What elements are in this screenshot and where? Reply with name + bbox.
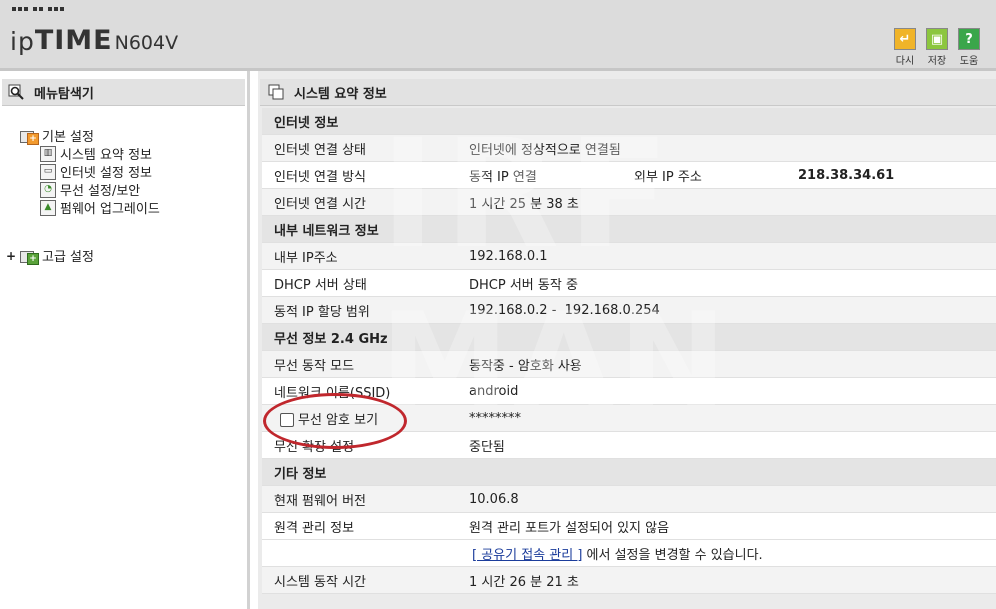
field-value: 인터넷에 정상적으로 연결됨 <box>469 142 621 158</box>
help-button[interactable]: ? 도움 <box>956 28 982 67</box>
help-icon: ? <box>958 28 980 50</box>
expand-icon[interactable]: + <box>6 249 16 263</box>
field-value: 10.06.8 <box>469 491 519 507</box>
menu-internet-settings[interactable]: ▭ 인터넷 설정 정보 <box>40 162 152 181</box>
field-label: 인터넷 연결 시간 <box>274 196 366 212</box>
field-value: DHCP 서버 동작 중 <box>469 277 578 293</box>
undo-label: 다시 <box>895 56 915 67</box>
field-value: 192.168.0.1 <box>469 248 548 264</box>
row-firmware-version: 현재 펌웨어 버전 10.06.8 <box>262 486 996 513</box>
undo-button[interactable]: ↵ 다시 <box>892 28 918 67</box>
row-internet-time: 인터넷 연결 시간 1 시간 25 분 38 초 <box>262 189 996 216</box>
folder-icon: + <box>20 249 39 265</box>
field-value: 192.168.0.2 - 192.168.0.254 <box>469 302 660 318</box>
row-remote-management: 원격 관리 정보 원격 관리 포트가 설정되어 있지 않음 <box>262 513 996 540</box>
brand-dots <box>12 7 64 11</box>
sidebar-header: 메뉴탐색기 <box>2 79 245 106</box>
main-header: 시스템 요약 정보 <box>260 79 996 106</box>
page-icon <box>268 84 284 100</box>
toolbar: ↵ 다시 ▣ 저장 ? 도움 <box>892 28 982 67</box>
menu-system-summary-label: 시스템 요약 정보 <box>60 148 152 163</box>
section-internet: 인터넷 정보 <box>262 108 996 135</box>
row-wireless-mode: 무선 동작 모드 동작중 - 암호화 사용 <box>262 351 996 378</box>
sidebar-title: 메뉴탐색기 <box>34 86 94 102</box>
field-value: 1 시간 25 분 38 초 <box>469 196 579 212</box>
folder-icon: + <box>20 129 39 145</box>
field-value: 1 시간 26 분 21 초 <box>469 574 579 590</box>
save-label: 저장 <box>927 56 947 67</box>
field-value: 원격 관리 포트가 설정되어 있지 않음 <box>469 520 670 536</box>
search-icon <box>8 84 24 100</box>
field-label: 무선 동작 모드 <box>274 358 355 374</box>
section-lan: 내부 네트워크 정보 <box>262 216 996 243</box>
field-label: 시스템 동작 시간 <box>274 574 366 590</box>
field-label: 원격 관리 정보 <box>274 520 355 536</box>
menu-basic-settings[interactable]: + 기본 설정 <box>20 126 94 145</box>
menu-system-summary[interactable]: ▥ 시스템 요약 정보 <box>40 144 152 163</box>
field-value: 동적 IP 연결 <box>469 169 537 185</box>
menu-advanced-settings[interactable]: + + 고급 설정 <box>6 246 94 266</box>
sidebar: 메뉴탐색기 + 기본 설정 ▥ 시스템 요약 정보 ▭ 인터넷 설정 정보 ◔ … <box>0 71 250 609</box>
logo-time: TIME <box>34 25 113 56</box>
row-internet-method: 인터넷 연결 방식 동적 IP 연결 외부 IP 주소 218.38.34.61 <box>262 162 996 189</box>
save-icon: ▣ <box>926 28 948 50</box>
menu-advanced-label: 고급 설정 <box>42 250 94 265</box>
bar-chart-icon: ▥ <box>40 145 56 162</box>
iptime-logo: ip TIME N604V <box>10 25 179 56</box>
logo-ip: ip <box>10 27 35 56</box>
field-label: 인터넷 연결 상태 <box>274 142 366 158</box>
save-button[interactable]: ▣ 저장 <box>924 28 950 67</box>
row-wireless-extend: 무선 확장 설정 중단됨 <box>262 432 996 459</box>
section-wireless: 무선 정보 2.4 GHz <box>262 324 996 351</box>
menu-firmware-upgrade[interactable]: ▲ 펌웨어 업그레이드 <box>40 198 160 217</box>
row-dhcp-status: DHCP 서버 상태 DHCP 서버 동작 중 <box>262 270 996 297</box>
menu-internet-label: 인터넷 설정 정보 <box>60 166 152 181</box>
show-password-toggle[interactable]: 무선 암호 보기 <box>280 409 378 428</box>
field-label: 현재 펌웨어 버전 <box>274 493 366 509</box>
model-name: N604V <box>114 32 179 54</box>
external-ip-label: 외부 IP 주소 <box>634 169 702 185</box>
field-label: 네트워크 이름(SSID) <box>274 385 391 401</box>
password-value: ******** <box>469 410 521 426</box>
remote-link-text: [ 공유기 접속 관리 ] 에서 설정을 변경할 수 있습니다. <box>472 544 763 563</box>
field-label: 동적 IP 할당 범위 <box>274 304 370 320</box>
undo-icon: ↵ <box>894 28 916 50</box>
router-access-link[interactable]: [ 공유기 접속 관리 ] <box>472 548 582 563</box>
field-value: 동작중 - 암호화 사용 <box>469 358 582 374</box>
field-label: 인터넷 연결 방식 <box>274 169 366 185</box>
field-label: 무선 확장 설정 <box>274 439 355 455</box>
menu-wireless-settings[interactable]: ◔ 무선 설정/보안 <box>40 180 140 199</box>
menu-wireless-label: 무선 설정/보안 <box>60 184 141 199</box>
menu-basic-label: 기본 설정 <box>42 130 94 145</box>
row-ssid: 네트워크 이름(SSID) android <box>262 378 996 405</box>
field-label: DHCP 서버 상태 <box>274 277 367 293</box>
show-password-label: 무선 암호 보기 <box>298 412 379 428</box>
top-header: ip TIME N604V ↵ 다시 ▣ 저장 ? 도움 <box>0 0 996 71</box>
upgrade-icon: ▲ <box>40 199 56 216</box>
field-label: 내부 IP주소 <box>274 250 338 266</box>
section-etc: 기타 정보 <box>262 459 996 486</box>
row-remote-link: [ 공유기 접속 관리 ] 에서 설정을 변경할 수 있습니다. <box>262 540 996 567</box>
page-title: 시스템 요약 정보 <box>294 86 387 102</box>
row-internet-status: 인터넷 연결 상태 인터넷에 정상적으로 연결됨 <box>262 135 996 162</box>
row-dhcp-range: 동적 IP 할당 범위 192.168.0.2 - 192.168.0.254 <box>262 297 996 324</box>
field-value: android <box>469 383 519 399</box>
row-show-password: 무선 암호 보기 ******** <box>262 405 996 432</box>
row-system-uptime: 시스템 동작 시간 1 시간 26 분 21 초 <box>262 567 996 594</box>
help-label: 도움 <box>959 56 979 67</box>
row-lan-ip: 내부 IP주소 192.168.0.1 <box>262 243 996 270</box>
monitor-icon: ▭ <box>40 163 56 180</box>
remote-link-suffix: 에서 설정을 변경할 수 있습니다. <box>582 547 763 563</box>
show-password-checkbox[interactable] <box>280 413 294 427</box>
menu-firmware-label: 펌웨어 업그레이드 <box>60 202 160 217</box>
external-ip-value: 218.38.34.61 <box>798 167 895 183</box>
summary-table: 인터넷 정보 인터넷 연결 상태 인터넷에 정상적으로 연결됨 인터넷 연결 방… <box>262 108 996 594</box>
field-value: 중단됨 <box>469 439 505 455</box>
wireless-icon: ◔ <box>40 181 56 198</box>
